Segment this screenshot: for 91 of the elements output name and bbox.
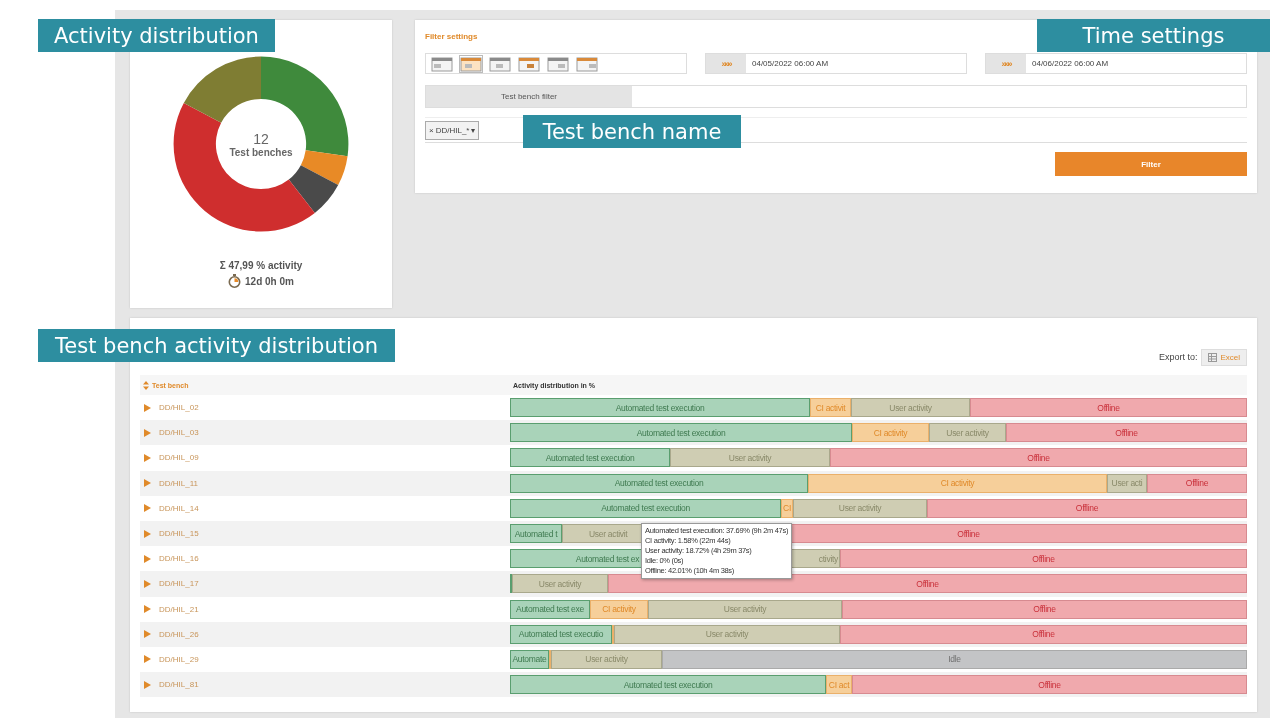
automated-segment[interactable]: Automated test execution — [510, 498, 781, 518]
expand-arrow-icon[interactable] — [144, 630, 151, 639]
automated-segment[interactable]: Automate — [510, 649, 549, 669]
offline-segment[interactable]: Offline — [830, 448, 1247, 468]
activity-total: Σ 47,99 % activity — [219, 260, 303, 271]
expand-arrow-icon[interactable] — [144, 403, 151, 412]
user-segment[interactable]: User activity — [512, 574, 608, 594]
callout-label: Time settings — [1037, 19, 1270, 52]
automated-segment[interactable]: Automated test executio — [510, 624, 612, 644]
offline-segment[interactable]: Offline — [840, 624, 1247, 644]
user-segment[interactable]: User activity — [614, 624, 840, 644]
automated-segment[interactable]: Automated test execution — [510, 473, 808, 493]
excel-export-button[interactable]: Excel — [1201, 348, 1247, 366]
bench-name[interactable]: DD/HIL_17 — [159, 579, 199, 589]
expand-arrow-icon[interactable] — [144, 579, 151, 588]
expand-arrow-icon[interactable] — [144, 605, 151, 614]
automated-segment[interactable]: Automated test execution — [510, 675, 826, 695]
start-date-field[interactable]: »»» 04/05/2022 06:00 AM — [705, 53, 967, 74]
callout-label: Test bench activity distribution — [38, 329, 395, 362]
spreadsheet-icon — [1208, 352, 1218, 362]
callout-label: Test bench name — [523, 115, 741, 148]
expand-arrow-icon[interactable] — [144, 479, 151, 488]
user-segment[interactable]: User activity — [793, 498, 927, 518]
calendar-view-icon[interactable] — [576, 55, 598, 72]
idle-segment[interactable]: Idle — [662, 649, 1247, 669]
ci-segment[interactable]: CI activity — [808, 473, 1107, 493]
user-segment[interactable]: User acti — [1107, 473, 1147, 493]
bench-count: 12 — [253, 130, 269, 147]
stopwatch-icon — [228, 274, 242, 288]
offline-segment[interactable]: Offline — [927, 498, 1247, 518]
filter-button[interactable]: Filter — [1055, 152, 1247, 176]
end-date-field[interactable]: »»» 04/06/2022 06:00 AM — [985, 53, 1247, 74]
user-segment[interactable]: User activity — [551, 649, 662, 669]
export-label: Export to: — [1158, 352, 1198, 362]
expand-arrow-icon[interactable] — [144, 655, 151, 664]
filter-title: Filter settings — [425, 32, 478, 41]
bench-name[interactable]: DD/HIL_11 — [159, 478, 198, 488]
donut-slice[interactable] — [173, 102, 315, 232]
callout-label: Activity distribution — [38, 19, 275, 52]
expand-arrow-icon[interactable] — [144, 529, 151, 538]
bench-name[interactable]: DD/HIL_29 — [159, 654, 199, 664]
ci-segment[interactable]: CI activit — [810, 398, 851, 418]
expand-arrow-icon[interactable] — [144, 680, 151, 689]
calendar-view-icon[interactable] — [518, 55, 540, 72]
bench-count-label: Test benches — [229, 146, 293, 158]
bench-name[interactable]: DD/HIL_15 — [159, 529, 199, 539]
automated-segment[interactable]: Automated test exe — [510, 599, 590, 619]
remove-tag-button[interactable]: × — [429, 125, 434, 135]
ci-segment[interactable]: CI activity — [590, 599, 648, 619]
donut-slice[interactable] — [183, 56, 261, 123]
expand-arrow-icon[interactable] — [144, 554, 151, 563]
caret-icon[interactable]: ▾ — [471, 125, 476, 135]
automated-segment[interactable]: Automated test execution — [510, 423, 852, 443]
offline-segment[interactable]: Offline — [840, 549, 1247, 569]
bench-tag[interactable]: × DD/HIL_* ▾ — [425, 120, 480, 140]
calendar-view-icon[interactable] — [460, 55, 482, 72]
ci-segment[interactable]: CI act — [826, 675, 852, 695]
sort-icon[interactable] — [143, 380, 149, 390]
bench-name[interactable]: DD/HIL_14 — [159, 503, 199, 513]
donut-slice[interactable] — [300, 150, 348, 186]
bench-name[interactable]: DD/HIL_21 — [159, 604, 199, 614]
offline-segment[interactable]: Offline — [970, 398, 1247, 418]
automated-segment[interactable]: Automated t — [510, 524, 562, 544]
bench-name[interactable]: DD/HIL_26 — [159, 629, 199, 639]
expand-arrow-icon[interactable] — [144, 428, 151, 437]
user-segment[interactable]: User activity — [851, 398, 970, 418]
bench-name[interactable]: DD/HIL_81 — [159, 680, 199, 690]
automated-segment[interactable]: Automated test execution — [510, 448, 670, 468]
bench-name[interactable]: DD/HIL_02 — [159, 403, 199, 413]
total-duration: 12d 0h 0m — [245, 275, 294, 287]
user-segment[interactable]: User activity — [670, 448, 830, 468]
calendar-view-icon[interactable] — [489, 55, 511, 72]
offline-segment[interactable]: Offline — [852, 675, 1247, 695]
expand-arrow-icon[interactable] — [144, 504, 151, 513]
ci-segment[interactable]: CI — [781, 498, 793, 518]
offline-segment[interactable]: Offline — [1147, 473, 1247, 493]
user-segment[interactable]: User activity — [929, 423, 1006, 443]
expand-arrow-icon[interactable] — [144, 453, 151, 462]
ci-segment[interactable]: CI activity — [852, 423, 929, 443]
offline-segment[interactable]: Offline — [1006, 423, 1247, 443]
tag-label: DD/HIL_* — [435, 125, 470, 135]
calendar-view-icon[interactable] — [547, 55, 569, 72]
calendar-view-icon[interactable] — [431, 55, 453, 72]
offline-segment[interactable]: Offline — [608, 574, 1247, 594]
bench-name[interactable]: DD/HIL_03 — [159, 428, 199, 438]
automated-segment[interactable]: Automated test execution — [510, 398, 810, 418]
bench-name[interactable]: DD/HIL_09 — [159, 453, 199, 463]
bench-name[interactable]: DD/HIL_16 — [159, 554, 199, 564]
donut-slice[interactable] — [288, 165, 339, 213]
user-segment[interactable]: User activity — [648, 599, 842, 619]
offline-segment[interactable]: Offline — [842, 599, 1247, 619]
